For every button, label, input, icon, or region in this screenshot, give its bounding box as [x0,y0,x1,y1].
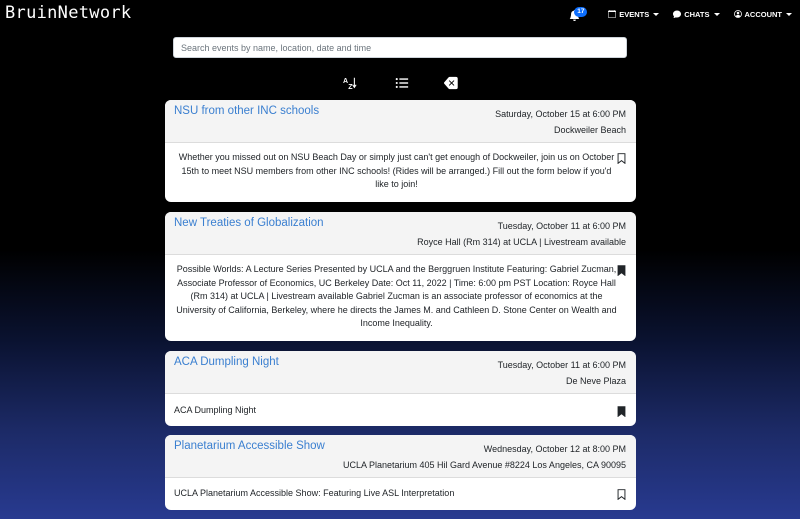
sort-alpha-icon: A Z [343,77,357,91]
event-card-header: NSU from other INC schools Saturday, Oct… [165,100,636,143]
notification-count-badge: 17 [574,7,588,17]
sort-alpha-button[interactable]: A Z [343,76,357,95]
chat-icon [673,10,682,18]
calendar-icon [608,10,617,18]
event-location: Dockweiler Beach [553,125,626,135]
search-input[interactable] [173,37,627,58]
nav-right: 17 EVENTS CHATS ACCOUNT [568,0,792,28]
event-date: Saturday, October 15 at 6:00 PM [495,109,626,119]
event-card-header: ACA Dumpling Night Tuesday, October 11 a… [165,351,636,394]
chats-label: CHATS [684,9,710,19]
events-dropdown[interactable]: EVENTS [608,9,660,19]
event-title[interactable]: ACA Dumpling Night [174,356,279,368]
user-circle-icon [733,10,742,18]
event-date: Tuesday, October 11 at 6:00 PM [497,360,626,370]
event-card-header: New Treaties of Globalization Tuesday, O… [165,212,636,255]
event-description: Whether you missed out on NSU Beach Day … [178,152,615,190]
event-location: Royce Hall (Rm 314) at UCLA | Livestream… [417,237,626,247]
chevron-down-icon [786,12,792,16]
event-location: De Neve Plaza [565,376,626,386]
events-label: EVENTS [619,9,650,19]
chevron-down-icon [653,12,660,16]
bookmark-button[interactable] [617,265,626,281]
account-label: ACCOUNT [744,9,783,19]
bookmark-filled-icon [617,406,626,418]
chevron-down-icon [713,12,720,16]
event-card-header: Planetarium Accessible Show Wednesday, O… [165,435,636,478]
event-date: Tuesday, October 11 at 6:00 PM [497,221,626,231]
chats-dropdown[interactable]: CHATS [673,9,720,19]
event-card-body: UCLA Planetarium Accessible Show: Featur… [165,478,636,510]
event-title[interactable]: New Treaties of Globalization [174,217,324,229]
bookmark-button[interactable] [617,153,626,169]
account-dropdown[interactable]: ACCOUNT [733,9,792,19]
event-title[interactable]: NSU from other INC schools [174,105,319,117]
event-description: Possible Worlds: A Lecture Series Presen… [176,264,617,329]
event-description: ACA Dumpling Night [174,405,257,415]
event-card: NSU from other INC schools Saturday, Oct… [165,100,636,202]
event-description: UCLA Planetarium Accessible Show: Featur… [174,488,455,498]
list-icon [395,78,409,88]
svg-text:A: A [343,78,348,85]
brand-logo[interactable]: BruinNetwork [5,3,131,23]
event-date: Wednesday, October 12 at 8:00 PM [483,444,626,454]
event-location: UCLA Planetarium 405 Hil Gard Avenue #82… [342,460,626,470]
event-card: ACA Dumpling Night Tuesday, October 11 a… [165,351,636,426]
event-card-body: Whether you missed out on NSU Beach Day … [165,143,636,202]
toolbar: A Z [0,76,800,92]
bookmark-button[interactable] [617,406,626,422]
bookmark-outline-icon [617,153,626,165]
navbar: BruinNetwork 17 EVENTS CHATS ACCOUNT [0,0,800,28]
clear-search-button[interactable] [444,76,458,95]
event-title[interactable]: Planetarium Accessible Show [174,440,325,452]
event-card: New Treaties of Globalization Tuesday, O… [165,212,636,341]
backspace-icon [444,76,458,90]
event-card-body: Possible Worlds: A Lecture Series Presen… [165,255,636,341]
list-view-button[interactable] [395,76,409,95]
bookmark-button[interactable] [617,489,626,505]
event-card: Planetarium Accessible Show Wednesday, O… [165,435,636,510]
bookmark-filled-icon [617,265,626,277]
notifications-button[interactable]: 17 [568,5,588,23]
bookmark-outline-icon [617,489,626,501]
event-card-body: ACA Dumpling Night [165,394,636,426]
